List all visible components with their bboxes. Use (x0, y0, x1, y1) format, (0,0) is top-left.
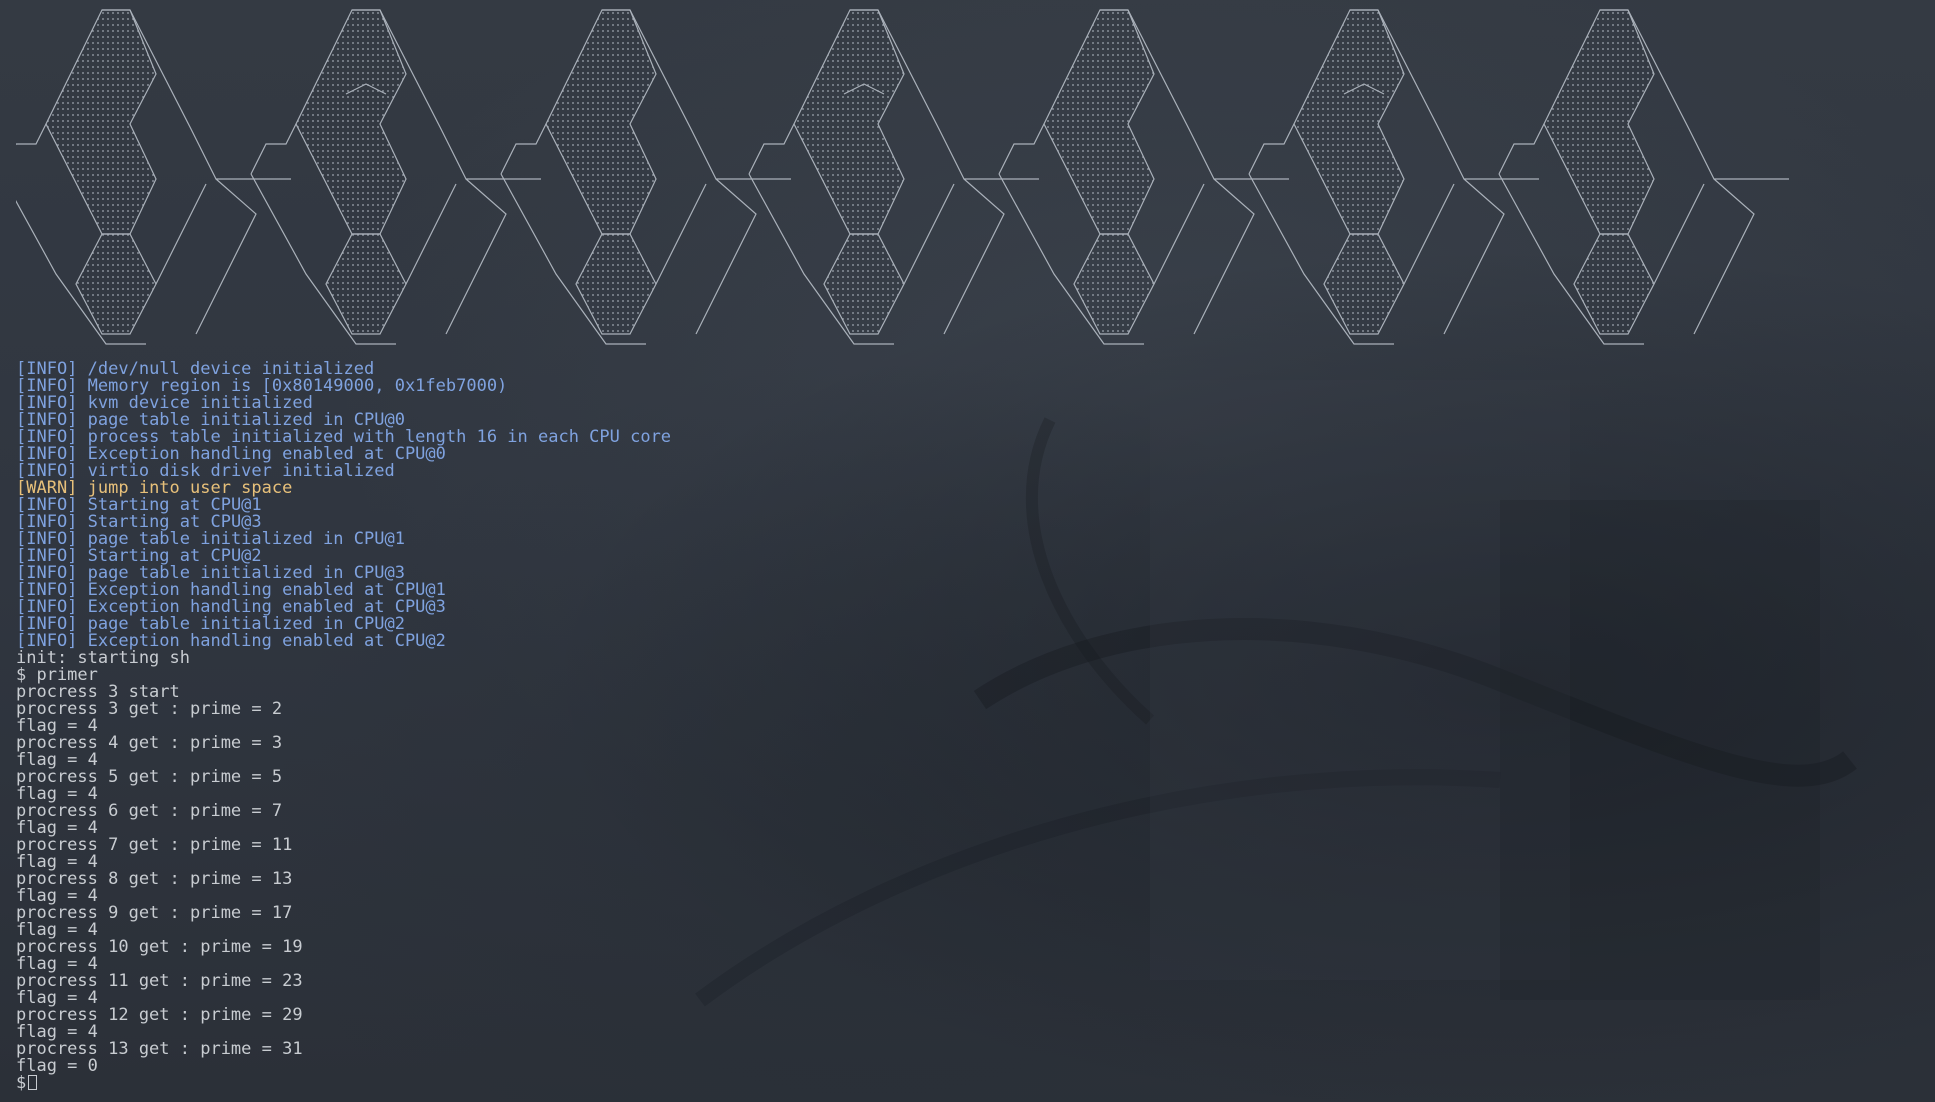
output-line: procress 5 get : prime = 5 (16, 767, 283, 787)
shell-prompt[interactable]: $ (16, 1075, 671, 1092)
output-line: procress 13 get : prime = 31 (16, 1039, 303, 1059)
output-line: procress 11 get : prime = 23 (16, 971, 303, 991)
ascii-art-logo (16, 9, 1789, 345)
output-line: procress 7 get : prime = 11 (16, 835, 293, 855)
terminal-window[interactable]: [INFO] /dev/null device initialized [INFO… (0, 0, 1935, 1102)
prompt-symbol: $ (16, 1073, 27, 1093)
output-line: procress 8 get : prime = 13 (16, 869, 293, 889)
output-line: procress 3 get : prime = 2 (16, 699, 283, 719)
output-line: procress 12 get : prime = 29 (16, 1005, 303, 1025)
output-line: procress 10 get : prime = 19 (16, 937, 303, 957)
text-cursor (28, 1075, 38, 1090)
terminal-output: [INFO] /dev/null device initialized [INFO… (16, 361, 671, 1092)
output-line: procress 9 get : prime = 17 (16, 903, 293, 923)
output-line: flag = 0 (16, 1056, 98, 1076)
output-line: procress 4 get : prime = 3 (16, 733, 283, 753)
output-line: init: starting sh (16, 648, 190, 668)
output-line: procress 6 get : prime = 7 (16, 801, 283, 821)
